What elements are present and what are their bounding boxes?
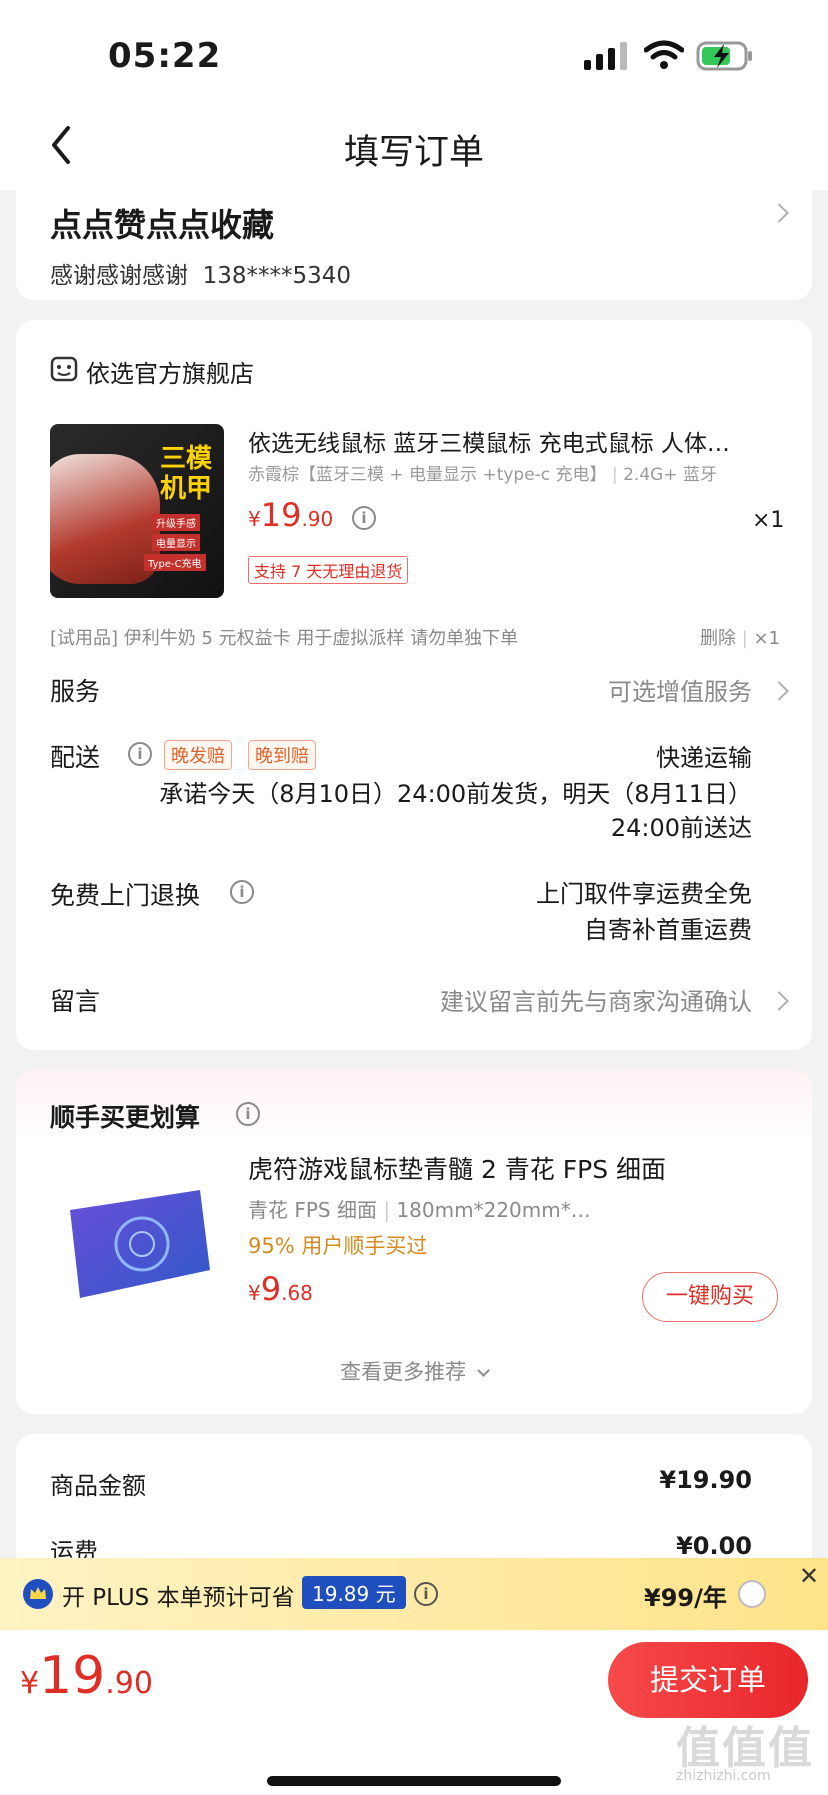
service-value[interactable]: 可选增值服务 — [608, 672, 752, 707]
one-click-buy-button[interactable]: 一键购买 — [642, 1272, 778, 1322]
message-input[interactable]: 建议留言前先与商家沟通确认 — [440, 982, 752, 1017]
plus-radio[interactable] — [738, 1580, 766, 1608]
price-info-icon[interactable]: i — [352, 506, 376, 530]
return-label: 免费上门退换 — [50, 881, 201, 910]
return-line-2: 自寄补首重运费 — [584, 916, 752, 944]
goods-amount-label: 商品金额 — [50, 1472, 146, 1500]
recommend-title: 顺手买更划算 — [50, 1103, 201, 1132]
receiver-phone: 138****5340 — [202, 263, 352, 289]
chevron-right-icon — [769, 991, 789, 1011]
shipping-value: ¥0.00 — [676, 1532, 752, 1560]
thumb-chip: 升级手感 — [152, 514, 200, 531]
message-label: 留言 — [50, 987, 101, 1016]
recommend-item-spec: 青花 FPS 细面 | 180mm*220mm*… — [248, 1198, 591, 1222]
watermark-url: zhizhizhi.com — [676, 1768, 771, 1784]
return-info-icon[interactable]: i — [230, 880, 254, 904]
plus-promo-bar[interactable]: 开 PLUS 本单预计可省 19.89 元 i ¥99/年 ✕ — [0, 1558, 828, 1630]
recommend-card: 顺手买更划算 i 虎符游戏鼠标垫青髓 2 青花 FPS 细面 青花 FPS 细面… — [16, 1070, 812, 1414]
close-icon[interactable]: ✕ — [790, 1558, 828, 1596]
product-image[interactable]: 三模 机甲 升级手感 电量显示 Type-C充电 — [50, 424, 224, 598]
plus-text: 开 PLUS 本单预计可省 — [62, 1585, 295, 1611]
chevron-right-icon — [769, 203, 789, 223]
submit-order-button[interactable]: 提交订单 — [608, 1642, 808, 1718]
signal-icon — [584, 42, 627, 70]
total-price: ¥19.90 — [20, 1646, 153, 1706]
product-spec[interactable]: 赤霞棕【蓝牙三模 + 电量显示 +type-c 充电】 | 2.4G+ 蓝牙 — [248, 460, 717, 485]
delivery-promise-2: 24:00前送达 — [610, 814, 752, 842]
battery-charging-icon — [696, 41, 752, 71]
store-name[interactable]: 依选官方旗舰店 — [86, 354, 254, 389]
recommend-info-icon[interactable]: i — [236, 1102, 260, 1126]
wifi-icon — [644, 40, 684, 69]
home-indicator — [267, 1776, 561, 1786]
late-arrive-tag: 晚到赔 — [248, 740, 316, 770]
return-line-1: 上门取件享运费全免 — [536, 880, 752, 908]
thumb-chip: Type-C充电 — [144, 554, 206, 571]
receiver-name: 感谢感谢感谢 — [50, 263, 188, 289]
delivery-label: 配送 — [50, 743, 101, 772]
recommend-item-title[interactable]: 虎符游戏鼠标垫青髓 2 青花 FPS 细面 — [248, 1150, 666, 1186]
product-qty: ×1 — [752, 508, 785, 533]
recommend-price: ¥9.68 — [248, 1270, 313, 1308]
recommend-social-proof: 95% 用户顺手买过 — [248, 1234, 428, 1258]
thumb-title-1: 三模 — [159, 444, 212, 474]
page-title: 填写订单 — [343, 133, 484, 173]
address-card[interactable]: 点点赞点点收藏 感谢感谢感谢 138****5340 — [16, 190, 812, 300]
trial-actions: 删除 | ×1 — [700, 628, 781, 649]
crown-icon — [23, 1579, 53, 1609]
trial-item: [试用品] 伊利牛奶 5 元权益卡 用于虚拟派样 请勿单独下单 — [50, 628, 519, 649]
service-label: 服务 — [50, 677, 101, 706]
mousepad-image[interactable] — [50, 1150, 224, 1324]
late-ship-tag: 晚发赔 — [164, 740, 232, 770]
delivery-method: 快递运输 — [656, 744, 752, 772]
delivery-info-icon[interactable]: i — [128, 742, 152, 766]
status-time: 05:22 — [108, 36, 222, 76]
address-receiver-line: 感谢感谢感谢 138****5340 — [50, 256, 351, 290]
nav-bar: 填写订单 — [0, 100, 828, 190]
more-recommend-link[interactable]: 查看更多推荐 — [16, 1356, 812, 1386]
status-bar: 05:22 — [0, 0, 828, 100]
chevron-down-icon — [476, 1364, 490, 1377]
product-title[interactable]: 依选无线鼠标 蓝牙三模鼠标 充电式鼠标 人体… — [248, 424, 788, 458]
plus-savings-badge: 19.89 元 — [302, 1576, 406, 1609]
thumb-title-2: 机甲 — [159, 474, 212, 504]
store-icon — [50, 356, 78, 382]
plus-info-icon[interactable]: i — [414, 1582, 438, 1606]
watermark-logo: 值值值 — [676, 1723, 814, 1774]
trial-delete-button[interactable]: 删除 — [700, 628, 736, 649]
address-name: 点点赞点点收藏 — [50, 206, 275, 244]
return-policy-tag: 支持 7 天无理由退货 — [248, 556, 409, 584]
product-price: ¥19.90 — [248, 496, 334, 534]
thumb-chip: 电量显示 — [152, 534, 200, 551]
bottom-bar: ¥19.90 提交订单 值值值 zhizhizhi.com — [0, 1630, 828, 1795]
goods-amount-value: ¥19.90 — [659, 1466, 752, 1494]
plus-price: ¥99/年 — [644, 1584, 727, 1612]
chevron-right-icon — [769, 681, 789, 701]
delivery-promise-1: 承诺今天（8月10日）24:00前发货，明天（8月11日） — [159, 780, 752, 808]
order-card: 依选官方旗舰店 三模 机甲 升级手感 电量显示 Type-C充电 依选无线鼠标 … — [16, 320, 812, 1050]
